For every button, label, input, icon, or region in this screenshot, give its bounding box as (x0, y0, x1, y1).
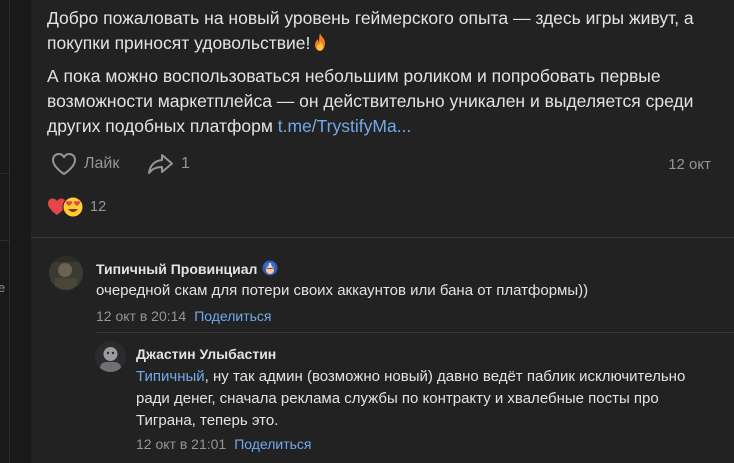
heart-outline-icon (52, 153, 76, 175)
avatar-photo-icon (49, 256, 83, 290)
post-link[interactable]: t.me/TrystifyMa... (278, 116, 412, 136)
reactions-bar[interactable]: 12 (47, 196, 106, 218)
like-button[interactable]: Лайк (51, 152, 119, 176)
comments-divider (31, 237, 734, 238)
share-arrow-icon (148, 154, 173, 174)
reply-time[interactable]: 12 окт в 21:01 (136, 436, 226, 452)
reply-author[interactable]: Джастин Улыбастин (136, 346, 276, 362)
reactions-count: 12 (90, 199, 107, 215)
reply-mention-link[interactable]: Типичный (136, 368, 205, 385)
sidebar-divider (0, 173, 10, 174)
svg-text:A: A (269, 263, 273, 269)
comment-author[interactable]: Типичный Провинциал A (96, 260, 278, 277)
avatar[interactable] (49, 256, 83, 290)
like-label: Лайк (84, 155, 120, 172)
reply-text: Типичный, ну так админ (возможно новый) … (136, 368, 686, 429)
sidebar-divider (0, 240, 10, 241)
left-sidebar-edge: e (0, 0, 10, 463)
fire-emoji-icon (315, 33, 326, 51)
reply-share-button[interactable]: Поделиться (234, 436, 311, 452)
reply-divider (95, 332, 734, 333)
post-text: Добро пожаловать на новый уровень геймер… (47, 6, 707, 139)
captain-america-emoji-icon: A (262, 260, 278, 276)
comment-share-button[interactable]: Поделиться (194, 308, 271, 324)
post-actions: Лайк 1 12 окт (51, 152, 711, 180)
reply-meta: 12 окт в 21:01 Поделиться (136, 436, 312, 452)
post-paragraph-2: А пока можно воспользоваться небольшим р… (47, 66, 694, 136)
share-count: 1 (181, 155, 190, 172)
comment-time[interactable]: 12 окт в 20:14 (96, 308, 186, 324)
sidebar-text-fragment: e (0, 280, 6, 295)
comment-text: очередной скам для потери своих аккаунто… (96, 282, 589, 299)
share-button[interactable]: 1 (147, 152, 190, 176)
post-date: 12 окт (668, 156, 711, 173)
comment-meta: 12 окт в 20:14 Поделиться (96, 308, 272, 324)
avatar[interactable] (95, 341, 126, 372)
post-paragraph-1: Добро пожаловать на новый уровень геймер… (47, 8, 694, 53)
post-card: Добро пожаловать на новый уровень геймер… (31, 0, 734, 463)
heart-eyes-reaction-icon (62, 196, 84, 218)
avatar-photo-icon (95, 341, 126, 372)
